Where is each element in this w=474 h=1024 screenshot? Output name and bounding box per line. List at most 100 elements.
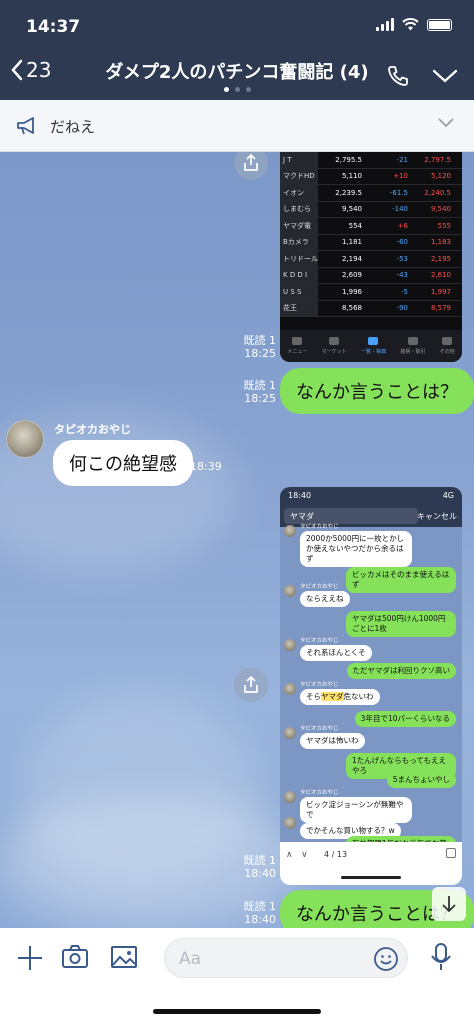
stock-price: 2,609 — [341, 271, 362, 280]
microphone-icon[interactable] — [430, 942, 452, 972]
arrow-down-icon — [442, 896, 456, 913]
share-button[interactable] — [234, 668, 268, 702]
stock-level: 1,183 — [430, 238, 451, 247]
emoji-icon[interactable] — [373, 946, 399, 972]
stock-name: トリドール — [280, 251, 318, 267]
image-message-stock-list[interactable]: J T 2,795.5 -21 2,797.5 マクドHD 5,110 +10 5,120 イオ… — [280, 152, 462, 362]
announcement-bar[interactable]: だねえ — [0, 100, 474, 152]
stock-level: 2,240.5 — [424, 188, 451, 197]
stock-level: 8,579 — [430, 304, 451, 313]
plus-icon[interactable] — [16, 944, 44, 972]
status-icons — [376, 18, 452, 31]
chat-area[interactable]: J T 2,795.5 -21 2,797.5 マクドHD 5,110 +10 5,120 イオ… — [0, 152, 474, 928]
screenshot-incoming-message: それ系ほんとくそ — [300, 645, 372, 661]
battery-icon — [427, 18, 452, 31]
screenshot-avatar — [284, 585, 296, 597]
screenshot-cancel: キャンセル — [417, 512, 457, 521]
call-button[interactable] — [386, 64, 410, 92]
stock-change: -90 — [396, 304, 408, 313]
share-icon — [244, 676, 258, 693]
cellular-signal-icon — [376, 18, 394, 31]
message-time: 18:40 — [244, 913, 276, 926]
stock-change: -21 — [396, 155, 408, 164]
stock-level: 2,195 — [430, 254, 451, 263]
stock-level: 5,120 — [430, 172, 451, 181]
chevron-down-icon — [432, 69, 458, 83]
screenshot-sender-name: タピオカおやじ — [300, 682, 339, 688]
screenshot-outgoing-message: 5まんちょいやし — [386, 772, 456, 788]
stock-name: U S S — [280, 284, 318, 300]
screenshot-sender-name: タピオカおやじ — [300, 638, 339, 644]
stock-row: K D D I 2,609 -43 2,610 — [280, 267, 462, 284]
stock-price: 2,194 — [341, 254, 362, 263]
screenshot-incoming-message: ならええね — [300, 591, 350, 607]
screenshot-incoming-message: ヤマダは怖いわ — [300, 733, 365, 749]
stock-tab: その他 — [440, 337, 455, 355]
stock-tab: 銘柄・取引 — [400, 337, 425, 355]
screenshot-calendar-icon — [446, 848, 456, 858]
stock-name: K D D I — [280, 267, 318, 283]
avatar[interactable] — [6, 420, 44, 458]
stock-row: U S S 1,996 -5 1,997 — [280, 284, 462, 301]
menu-toggle-button[interactable] — [432, 68, 458, 88]
megaphone-icon — [17, 117, 34, 135]
screenshot-sender-name: タピオカおやじ — [300, 524, 339, 530]
screenshot-result-counter: 4 / 13 — [324, 850, 348, 859]
screenshot-avatar — [284, 791, 296, 803]
stock-price: 1,996 — [341, 287, 362, 296]
stock-name: 花王 — [280, 300, 318, 316]
stock-list: J T 2,795.5 -21 2,797.5 マクドHD 5,110 +10 5,120 イオ… — [280, 152, 462, 317]
message-time: 18:40 — [244, 867, 276, 880]
share-button[interactable] — [234, 152, 268, 180]
screenshot-avatar — [284, 525, 296, 537]
screenshot-avatar — [284, 817, 296, 829]
announcement-text: だねえ — [50, 118, 96, 136]
stock-row: しまむら 9,540 -140 9,540 — [280, 201, 462, 218]
stock-row: トリドール 2,194 -53 2,195 — [280, 251, 462, 268]
stock-change: -140 — [392, 205, 408, 214]
stock-row: イオン 2,239.5 -61.5 2,240.5 — [280, 185, 462, 202]
outgoing-message[interactable]: なんか言うことは？ — [280, 368, 474, 414]
stock-change: -5 — [401, 287, 408, 296]
message-input[interactable] — [164, 938, 408, 978]
screenshot-incoming-message: そらヤマダ危ないわ — [300, 689, 380, 705]
stock-row: 花王 8,568 -90 8,579 — [280, 300, 462, 317]
status-time: 14:37 — [26, 17, 81, 37]
screenshot-sender-name: タピオカおやじ — [300, 790, 339, 796]
phone-icon — [388, 66, 408, 86]
camera-icon[interactable] — [61, 944, 89, 970]
stock-row: J T 2,795.5 -21 2,797.5 — [280, 152, 462, 169]
read-receipt: 既読 1 — [243, 334, 277, 347]
stock-price: 9,540 — [341, 205, 362, 214]
message-meta: 既読 1 18:40 — [232, 854, 277, 880]
stock-row: ヤマダ電 554 +6 555 — [280, 218, 462, 235]
top-bar: 14:37 23 ダメプ2人のパチンコ奮闘記 (4) — [0, 0, 474, 100]
stock-name: マクドHD — [280, 168, 318, 184]
screenshot-outgoing-message: 3年目で10パーくらいなる — [354, 711, 456, 727]
screenshot-avatar — [284, 727, 296, 739]
home-indicator — [153, 1009, 321, 1014]
screenshot-sender-name: タピオカおやじ — [300, 584, 339, 590]
stock-tab: メニュー — [287, 337, 307, 355]
stock-price: 554 — [348, 221, 362, 230]
image-message-search-screenshot[interactable]: 18:40 4G ヤマダ キャンセル 2000か5000円に一枚とかしか使えない… — [280, 487, 462, 885]
message-time: 18:25 — [244, 347, 276, 360]
share-icon — [244, 154, 258, 171]
stock-level: 2,610 — [430, 271, 451, 280]
message-meta: 既読 1 18:40 — [232, 900, 277, 926]
message-meta: 既読 1 18:25 — [232, 334, 277, 360]
screenshot-avatar — [284, 639, 296, 651]
scroll-to-bottom-button[interactable] — [432, 887, 466, 921]
stock-name: Bカメラ — [280, 234, 318, 250]
message-meta: 既読 1 18:25 — [232, 379, 277, 405]
message-time: 18:25 — [244, 392, 276, 405]
message-text-field[interactable] — [179, 947, 359, 971]
incoming-message[interactable]: 何この絶望感 — [53, 440, 193, 486]
image-icon[interactable] — [110, 944, 138, 970]
stock-tab: マーケット — [322, 337, 347, 355]
stock-level: 555 — [437, 221, 451, 230]
stock-change: +10 — [393, 172, 408, 181]
stock-name: イオン — [280, 185, 318, 201]
screenshot-nav-arrows: ∧ ∨ — [286, 850, 308, 860]
screenshot-sender-name: タピオカおやじ — [300, 816, 339, 822]
